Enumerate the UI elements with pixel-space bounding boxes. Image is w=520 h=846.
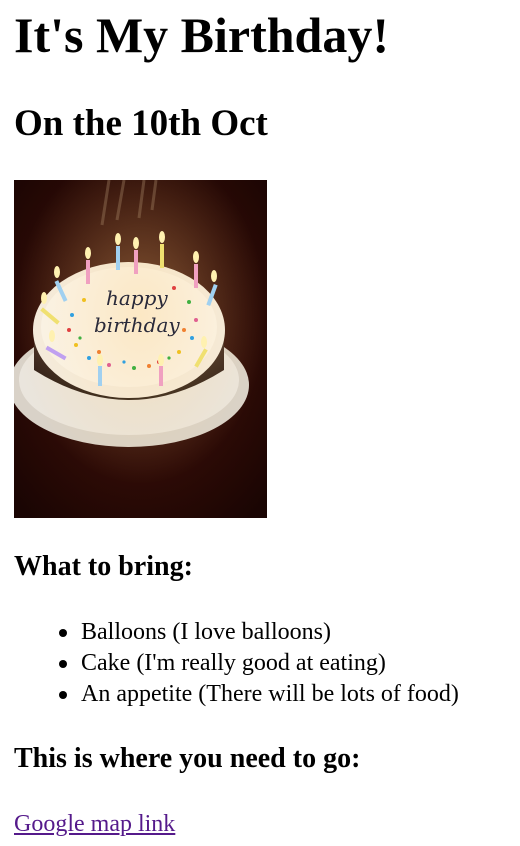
bring-heading: What to bring: xyxy=(14,551,193,582)
list-item-text: An appetite (There will be lots of food) xyxy=(81,681,459,707)
bullet-icon xyxy=(59,660,67,668)
list-item: Cake (I'm really good at eating) xyxy=(14,648,459,679)
bullet-icon xyxy=(59,629,67,637)
location-heading: This is where you need to go: xyxy=(14,743,361,774)
list-item: Balloons (I love balloons) xyxy=(14,617,459,648)
page-title: It's My Birthday! xyxy=(14,7,389,63)
birthday-cake-photo: happy birthday xyxy=(14,180,267,518)
list-item: An appetite (There will be lots of food) xyxy=(14,679,459,710)
list-item-text: Balloons (I love balloons) xyxy=(81,619,331,645)
bullet-icon xyxy=(59,691,67,699)
cake-writing-birthday: birthday xyxy=(94,313,180,337)
page-subtitle: On the 10th Oct xyxy=(14,103,268,144)
google-map-link[interactable]: Google map link xyxy=(14,809,175,839)
list-item-text: Cake (I'm really good at eating) xyxy=(81,650,386,676)
cake-writing-happy: happy xyxy=(106,286,168,310)
bring-list: Balloons (I love balloons) Cake (I'm rea… xyxy=(14,617,459,710)
